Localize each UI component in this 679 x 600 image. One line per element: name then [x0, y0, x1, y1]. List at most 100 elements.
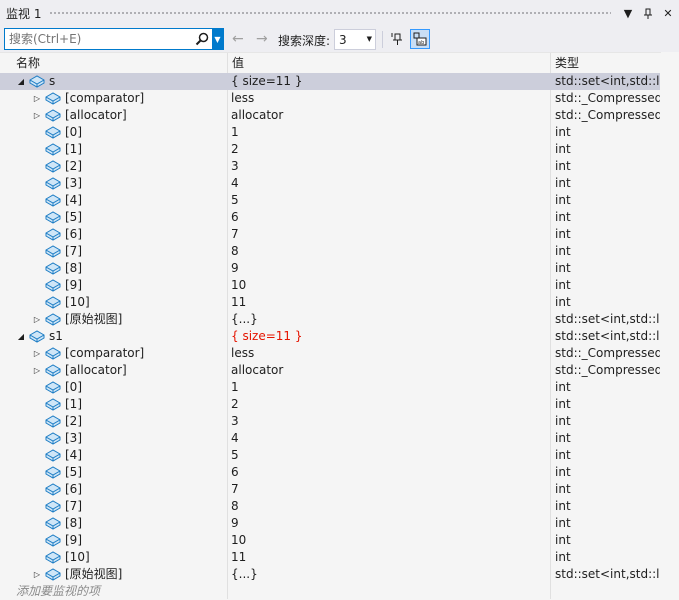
watch-value-cell[interactable]: 8 — [231, 243, 551, 260]
watch-value-cell[interactable]: 3 — [231, 413, 551, 430]
watch-row[interactable]: [7] 8 int — [0, 243, 660, 260]
collapse-arrow-icon[interactable]: ◢ — [16, 73, 26, 90]
watch-row[interactable]: [3] 4 int — [0, 430, 660, 447]
watch-value-cell[interactable]: 4 — [231, 175, 551, 192]
watch-value-cell[interactable]: 6 — [231, 209, 551, 226]
watch-row[interactable]: [1] 2 int — [0, 396, 660, 413]
watch-row[interactable]: [9] 10 int — [0, 277, 660, 294]
watch-row[interactable]: [8] 9 int — [0, 515, 660, 532]
watch-value-cell[interactable]: less — [231, 90, 551, 107]
watch-name-cell[interactable]: ▷ [allocator] — [0, 107, 226, 124]
window-menu-button[interactable]: ▼ — [619, 5, 637, 23]
expand-arrow-icon[interactable]: ▷ — [32, 362, 42, 379]
watch-row[interactable]: [10] 11 int — [0, 294, 660, 311]
watch-name-cell[interactable]: [3] — [0, 175, 226, 192]
watch-name-cell[interactable]: ◢ s — [0, 73, 226, 90]
watch-value-cell[interactable]: 9 — [231, 260, 551, 277]
title-grip[interactable] — [49, 11, 611, 16]
watch-name-cell[interactable]: [5] — [0, 464, 226, 481]
expand-arrow-icon[interactable]: ▷ — [32, 311, 42, 328]
watch-row[interactable]: ◢s{ size=11 }std::set<int,std::le... — [0, 73, 660, 90]
collapse-arrow-icon[interactable]: ◢ — [16, 328, 26, 345]
watch-value-cell[interactable]: 7 — [231, 481, 551, 498]
watch-name-cell[interactable]: [10] — [0, 294, 226, 311]
watch-value-cell[interactable]: 10 — [231, 532, 551, 549]
watch-row[interactable]: [5] 6 int — [0, 209, 660, 226]
add-watch-input[interactable]: 添加要监视的项 — [0, 583, 226, 600]
watch-name-cell[interactable]: [4] — [0, 192, 226, 209]
expand-arrow-icon[interactable]: ▷ — [32, 566, 42, 583]
watch-name-cell[interactable]: [7] — [0, 498, 226, 515]
watch-value-cell[interactable]: 10 — [231, 277, 551, 294]
watch-name-cell[interactable]: [7] — [0, 243, 226, 260]
watch-name-cell[interactable]: ▷ [comparator] — [0, 90, 226, 107]
watch-value-cell[interactable]: 7 — [231, 226, 551, 243]
pin-to-source-button[interactable] — [388, 30, 406, 48]
column-header-value[interactable]: 值 — [228, 53, 244, 73]
watch-value-cell[interactable]: { size=11 } — [231, 328, 551, 345]
watch-value-cell[interactable]: 8 — [231, 498, 551, 515]
watch-name-cell[interactable]: [9] — [0, 532, 226, 549]
watch-name-cell[interactable]: [10] — [0, 549, 226, 566]
watch-name-cell[interactable]: [4] — [0, 447, 226, 464]
watch-name-cell[interactable]: ▷ [原始视图] — [0, 311, 226, 328]
watch-row[interactable]: [7] 8 int — [0, 498, 660, 515]
watch-name-cell[interactable]: ▷ [comparator] — [0, 345, 226, 362]
watch-value-cell[interactable]: 9 — [231, 515, 551, 532]
watch-value-cell[interactable]: allocator — [231, 107, 551, 124]
expand-arrow-icon[interactable]: ▷ — [32, 90, 42, 107]
vertical-scrollbar[interactable] — [661, 52, 679, 598]
watch-value-cell[interactable]: {...} — [231, 566, 551, 583]
watch-row[interactable]: [6] 7 int — [0, 226, 660, 243]
add-watch-row[interactable]: 添加要监视的项 — [0, 583, 660, 600]
watch-row[interactable]: ▷ [comparator] less std::_Compressed... — [0, 90, 660, 107]
watch-row[interactable]: [10] 11 int — [0, 549, 660, 566]
watch-row[interactable]: [5] 6 int — [0, 464, 660, 481]
watch-value-cell[interactable]: 3 — [231, 158, 551, 175]
watch-value-cell[interactable]: 1 — [231, 379, 551, 396]
hex-display-toggle[interactable]: ab — [410, 29, 430, 49]
column-header-name[interactable]: 名称 — [12, 53, 40, 73]
watch-row[interactable]: [8] 9 int — [0, 260, 660, 277]
watch-name-cell[interactable]: [5] — [0, 209, 226, 226]
watch-value-cell[interactable]: 5 — [231, 447, 551, 464]
watch-row[interactable]: [6] 7 int — [0, 481, 660, 498]
column-header-type[interactable]: 类型 — [551, 53, 579, 73]
close-window-button[interactable]: ✕ — [659, 5, 677, 23]
watch-value-cell[interactable]: 1 — [231, 124, 551, 141]
watch-name-cell[interactable]: [0] — [0, 124, 226, 141]
watch-value-cell[interactable]: {...} — [231, 311, 551, 328]
watch-row[interactable]: ▷ [原始视图] {...} std::set<int,std::le... — [0, 566, 660, 583]
watch-value-cell[interactable]: 2 — [231, 396, 551, 413]
search-back-button[interactable]: ← — [232, 31, 244, 47]
search-input[interactable] — [5, 29, 192, 49]
watch-name-cell[interactable]: [2] — [0, 413, 226, 430]
watch-value-cell[interactable]: 4 — [231, 430, 551, 447]
watch-name-cell[interactable]: [0] — [0, 379, 226, 396]
watch-row[interactable]: [1] 2 int — [0, 141, 660, 158]
watch-name-cell[interactable]: [8] — [0, 515, 226, 532]
watch-row[interactable]: [0] 1 int — [0, 379, 660, 396]
watch-row[interactable]: [4] 5 int — [0, 447, 660, 464]
watch-name-cell[interactable]: [3] — [0, 430, 226, 447]
watch-name-cell[interactable]: ▷ [allocator] — [0, 362, 226, 379]
watch-value-cell[interactable]: allocator — [231, 362, 551, 379]
watch-row[interactable]: [0] 1 int — [0, 124, 660, 141]
watch-name-cell[interactable]: [9] — [0, 277, 226, 294]
watch-value-cell[interactable]: { size=11 } — [231, 73, 551, 90]
pin-window-button[interactable] — [639, 5, 657, 23]
watch-name-cell[interactable]: [6] — [0, 226, 226, 243]
expand-arrow-icon[interactable]: ▷ — [32, 345, 42, 362]
watch-row[interactable]: ▷ [allocator] allocator std::_Compressed... — [0, 107, 660, 124]
watch-name-cell[interactable]: ▷ [原始视图] — [0, 566, 226, 583]
search-forward-button[interactable]: → — [256, 31, 268, 47]
watch-row[interactable]: ◢ s1 { size=11 } std::set<int,std::le... — [0, 328, 660, 345]
search-icon[interactable] — [192, 29, 212, 49]
watch-value-cell[interactable]: 5 — [231, 192, 551, 209]
watch-value-cell[interactable]: 11 — [231, 294, 551, 311]
watch-row[interactable]: ▷ [allocator] allocator std::_Compressed... — [0, 362, 660, 379]
expand-arrow-icon[interactable]: ▷ — [32, 107, 42, 124]
watch-row[interactable]: [2] 3 int — [0, 158, 660, 175]
watch-value-cell[interactable]: less — [231, 345, 551, 362]
watch-value-cell[interactable]: 6 — [231, 464, 551, 481]
